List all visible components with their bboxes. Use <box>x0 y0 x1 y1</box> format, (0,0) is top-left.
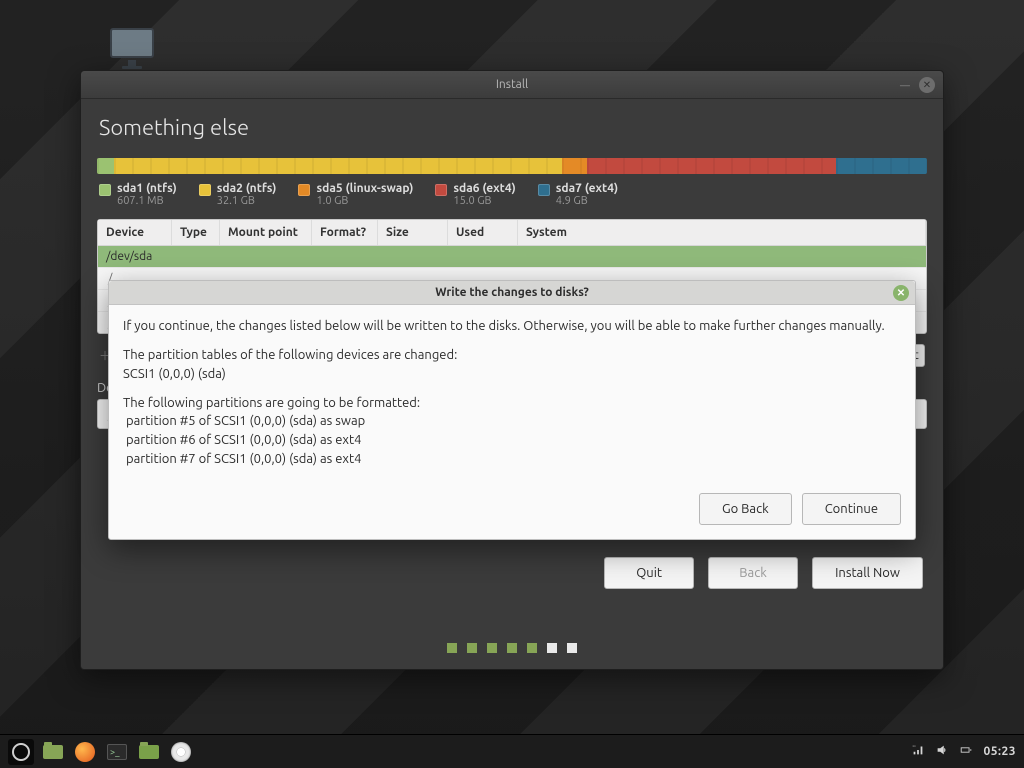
partition-segment-sda7[interactable] <box>836 158 927 174</box>
swatch-icon <box>99 184 111 196</box>
disk-row[interactable]: /dev/sda <box>98 246 926 267</box>
table-header-row: Device Type Mount point Format? Size Use… <box>98 220 926 246</box>
firefox-launcher[interactable] <box>72 739 98 765</box>
legend-size: 607.1 MB <box>117 195 177 207</box>
dialog-titlebar[interactable]: Write the changes to disks? ✕ <box>109 281 915 305</box>
clock[interactable]: 05:23 <box>983 745 1016 758</box>
dialog-format-item: partition #7 of SCSI1 (0,0,0) (sda) as e… <box>126 452 361 466</box>
partition-usage-bar <box>97 158 927 174</box>
network-icon[interactable] <box>911 743 925 760</box>
col-format[interactable]: Format? <box>312 220 378 245</box>
back-button[interactable]: Back <box>708 557 798 589</box>
dialog-changed-item: SCSI1 (0,0,0) (sda) <box>123 367 226 381</box>
legend-label: sda7 (ext4) <box>556 182 618 195</box>
continue-button[interactable]: Continue <box>802 493 901 525</box>
swatch-icon <box>298 184 310 196</box>
go-back-button[interactable]: Go Back <box>699 493 792 525</box>
window-titlebar[interactable]: Install — ✕ <box>81 71 943 99</box>
col-mount[interactable]: Mount point <box>220 220 312 245</box>
dialog-format-heading: The following partitions are going to be… <box>123 396 420 410</box>
legend-label: sda1 (ntfs) <box>117 182 177 195</box>
dialog-format-item: partition #5 of SCSI1 (0,0,0) (sda) as s… <box>126 414 365 428</box>
step-indicator <box>97 625 927 655</box>
legend-size: 4.9 GB <box>556 195 618 207</box>
swatch-icon <box>199 184 211 196</box>
swatch-icon <box>435 184 447 196</box>
disc-icon <box>171 742 191 762</box>
col-type[interactable]: Type <box>172 220 220 245</box>
partition-segment-sda6[interactable] <box>587 158 836 174</box>
desktop-computer-icon[interactable] <box>104 28 160 69</box>
legend-label: sda5 (linux-swap) <box>316 182 413 195</box>
window-minimize-button[interactable]: — <box>897 77 913 93</box>
firefox-icon <box>75 742 95 762</box>
terminal-launcher[interactable]: >_ <box>104 739 130 765</box>
mint-logo-icon <box>12 743 30 761</box>
installer-task[interactable] <box>168 739 194 765</box>
partition-segment-sda1[interactable] <box>97 158 114 174</box>
col-system[interactable]: System <box>518 220 926 245</box>
col-used[interactable]: Used <box>448 220 518 245</box>
folder-icon <box>43 745 63 759</box>
dialog-body: If you continue, the changes listed belo… <box>109 305 915 493</box>
partition-segment-sda2[interactable] <box>114 158 562 174</box>
dialog-close-button[interactable]: ✕ <box>893 285 909 301</box>
swatch-icon <box>538 184 550 196</box>
quit-button[interactable]: Quit <box>604 557 694 589</box>
partition-legend: sda1 (ntfs)607.1 MB sda2 (ntfs)32.1 GB s… <box>97 182 927 213</box>
battery-icon[interactable] <box>959 743 973 760</box>
window-title: Install <box>496 78 528 91</box>
page-title: Something else <box>99 115 925 140</box>
dialog-title-text: Write the changes to disks? <box>435 286 589 299</box>
terminal-icon: >_ <box>107 744 127 760</box>
files-launcher[interactable] <box>136 739 162 765</box>
legend-sda5: sda5 (linux-swap)1.0 GB <box>298 182 413 207</box>
dialog-intro: If you continue, the changes listed belo… <box>123 317 901 336</box>
legend-label: sda2 (ntfs) <box>217 182 277 195</box>
legend-sda2: sda2 (ntfs)32.1 GB <box>199 182 277 207</box>
col-device[interactable]: Device <box>98 220 172 245</box>
taskbar: >_ 05:23 <box>0 734 1024 768</box>
legend-sda7: sda7 (ext4)4.9 GB <box>538 182 618 207</box>
install-now-button[interactable]: Install Now <box>812 557 923 589</box>
confirm-write-dialog: Write the changes to disks? ✕ If you con… <box>108 280 916 540</box>
col-size[interactable]: Size <box>378 220 448 245</box>
legend-size: 15.0 GB <box>453 195 515 207</box>
system-tray: 05:23 <box>911 743 1016 760</box>
legend-size: 32.1 GB <box>217 195 277 207</box>
volume-icon[interactable] <box>935 743 949 760</box>
partition-segment-sda5[interactable] <box>562 158 587 174</box>
legend-sda6: sda6 (ext4)15.0 GB <box>435 182 515 207</box>
window-close-button[interactable]: ✕ <box>919 77 935 93</box>
legend-sda1: sda1 (ntfs)607.1 MB <box>99 182 177 207</box>
folder-icon <box>139 745 159 759</box>
legend-label: sda6 (ext4) <box>453 182 515 195</box>
dialog-changed-heading: The partition tables of the following de… <box>123 348 457 362</box>
legend-size: 1.0 GB <box>316 195 413 207</box>
dialog-format-item: partition #6 of SCSI1 (0,0,0) (sda) as e… <box>126 433 361 447</box>
show-desktop-button[interactable] <box>40 739 66 765</box>
start-menu-button[interactable] <box>8 739 34 765</box>
